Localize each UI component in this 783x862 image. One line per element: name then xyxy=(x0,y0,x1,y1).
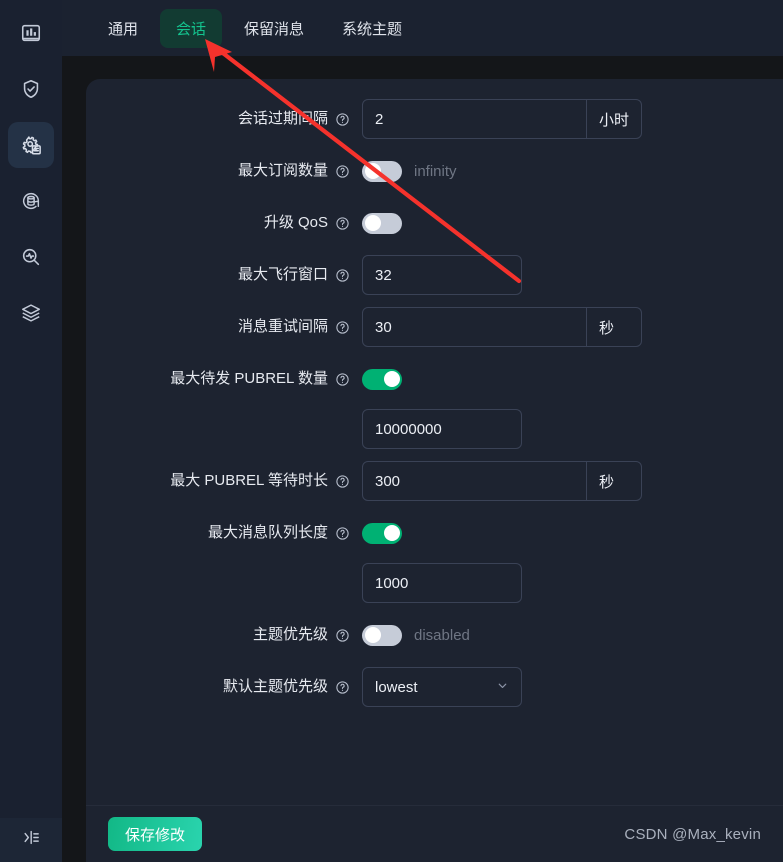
max-awaiting-pubrel-input[interactable] xyxy=(362,409,522,449)
tab-system-topic[interactable]: 系统主题 xyxy=(326,9,418,48)
collapse-sidebar-button[interactable] xyxy=(0,818,62,862)
field-label: 最大 PUBREL 等待时长 xyxy=(86,461,362,501)
field-label: 最大订阅数量 xyxy=(86,151,362,191)
retry-interval-input[interactable] xyxy=(363,308,586,346)
field-label: 最大待发 PUBREL 数量 xyxy=(86,359,362,399)
default-topic-priority-select[interactable]: lowest xyxy=(362,667,522,707)
sidebar-item-access-control[interactable] xyxy=(8,66,54,112)
help-icon[interactable] xyxy=(335,526,350,541)
field-label: 会话过期间隔 xyxy=(86,99,362,139)
topic-priority-toggle[interactable] xyxy=(362,624,402,646)
max-mqueue-len-input[interactable] xyxy=(362,563,522,603)
toggle-knob xyxy=(383,371,400,387)
sidebar-item-dashboard[interactable] xyxy=(8,10,54,56)
retry-interval-unit-select[interactable]: 秒 xyxy=(586,308,641,346)
unit-value: 秒 xyxy=(599,473,615,491)
help-icon[interactable] xyxy=(335,164,350,179)
max-awaiting-pubrel-toggle[interactable] xyxy=(362,368,402,390)
form-row-upgrade-qos: 升级 QoS xyxy=(86,203,783,243)
max-mqueue-len-toggle[interactable] xyxy=(362,522,402,544)
sidebar-item-extensions[interactable] xyxy=(8,290,54,336)
chart-bar-icon xyxy=(20,22,42,44)
help-icon[interactable] xyxy=(335,372,350,387)
help-icon[interactable] xyxy=(335,320,350,335)
field-label: 升级 QoS xyxy=(86,203,362,243)
shield-check-icon xyxy=(20,78,42,100)
save-button[interactable]: 保存修改 xyxy=(108,817,203,851)
watermark-text: CSDN @Max_kevin xyxy=(624,825,761,843)
unit-value: 小时 xyxy=(599,111,630,129)
settings-card: 会话过期间隔 2 小时 最大订阅数量 infinity 升级 QoS 最大飞行窗… xyxy=(86,79,783,862)
magnifier-pulse-icon xyxy=(20,246,42,268)
session-expiry-input[interactable] xyxy=(363,100,586,138)
session-expiry-unit-select[interactable]: 小时 xyxy=(586,100,641,138)
select-value: lowest xyxy=(375,678,418,696)
help-icon[interactable] xyxy=(335,680,350,695)
form-row-session-expiry: 会话过期间隔 2 小时 xyxy=(86,99,783,139)
help-icon[interactable] xyxy=(335,474,350,489)
tab-session[interactable]: 会话 xyxy=(160,8,223,48)
form-row-await-rel-timeout: 最大 PUBREL 等待时长 300 秒 xyxy=(86,461,783,501)
await-rel-timeout-group: 秒 xyxy=(362,461,642,501)
unit-value: 秒 xyxy=(599,319,615,337)
field-label: 主题优先级 xyxy=(86,615,362,655)
gear-document-icon xyxy=(20,134,43,157)
form-row-retry-interval: 消息重试间隔 30 秒 xyxy=(86,307,783,347)
toggle-knob xyxy=(383,525,400,541)
sidebar xyxy=(0,0,62,862)
upgrade-qos-toggle[interactable] xyxy=(362,212,402,234)
sidebar-item-diagnose[interactable] xyxy=(8,234,54,280)
form-row-max-mqueue-len: 最大消息队列长度 xyxy=(86,513,783,603)
toggle-knob xyxy=(364,627,381,643)
tab-general[interactable]: 通用 xyxy=(92,9,154,48)
help-icon[interactable] xyxy=(335,216,350,231)
tab-retained[interactable]: 保留消息 xyxy=(228,9,320,48)
settings-form: 会话过期间隔 2 小时 最大订阅数量 infinity 升级 QoS 最大飞行窗… xyxy=(86,79,783,805)
field-label: 最大消息队列长度 xyxy=(86,513,362,553)
help-icon[interactable] xyxy=(335,628,350,643)
await-rel-timeout-input[interactable] xyxy=(363,462,586,500)
toggle-knob xyxy=(364,163,381,179)
await-rel-timeout-unit-select[interactable]: 秒 xyxy=(586,462,641,500)
layers-icon xyxy=(20,302,42,324)
toggle-knob xyxy=(364,215,381,231)
collapse-panel-icon xyxy=(22,828,41,852)
form-row-max-inflight: 最大飞行窗口 xyxy=(86,255,783,295)
field-label: 默认主题优先级 xyxy=(86,667,362,707)
form-row-max-subscriptions: 最大订阅数量 infinity xyxy=(86,151,783,191)
help-icon[interactable] xyxy=(335,268,350,283)
max-subscriptions-toggle[interactable] xyxy=(362,160,402,182)
sidebar-item-data-integration[interactable] xyxy=(8,178,54,224)
form-row-default-topic-priority: 默认主题优先级 lowest xyxy=(86,667,783,707)
retry-interval-group: 秒 xyxy=(362,307,642,347)
main-area: 通用 会话 保留消息 系统主题 会话过期间隔 2 小时 最大订阅数量 infin… xyxy=(62,0,783,862)
help-icon[interactable] xyxy=(335,112,350,127)
sidebar-item-configuration[interactable] xyxy=(8,122,54,168)
field-label: 消息重试间隔 xyxy=(86,307,362,347)
topic-priority-state: disabled xyxy=(414,626,470,644)
database-sync-icon xyxy=(20,190,42,212)
tab-bar: 通用 会话 保留消息 系统主题 xyxy=(62,0,783,56)
form-row-topic-priority: 主题优先级 disabled xyxy=(86,615,783,655)
field-label: 最大飞行窗口 xyxy=(86,255,362,295)
card-footer: 保存修改 CSDN @Max_kevin xyxy=(86,805,783,862)
form-row-max-awaiting-pubrel: 最大待发 PUBREL 数量 xyxy=(86,359,783,449)
chevron-down-icon xyxy=(496,679,509,696)
session-expiry-group: 小时 xyxy=(362,99,642,139)
max-subscriptions-state: infinity xyxy=(414,162,457,180)
max-inflight-input[interactable] xyxy=(362,255,522,295)
app-root: 通用 会话 保留消息 系统主题 会话过期间隔 2 小时 最大订阅数量 infin… xyxy=(0,0,783,862)
content-region: 会话过期间隔 2 小时 最大订阅数量 infinity 升级 QoS 最大飞行窗… xyxy=(62,56,783,862)
